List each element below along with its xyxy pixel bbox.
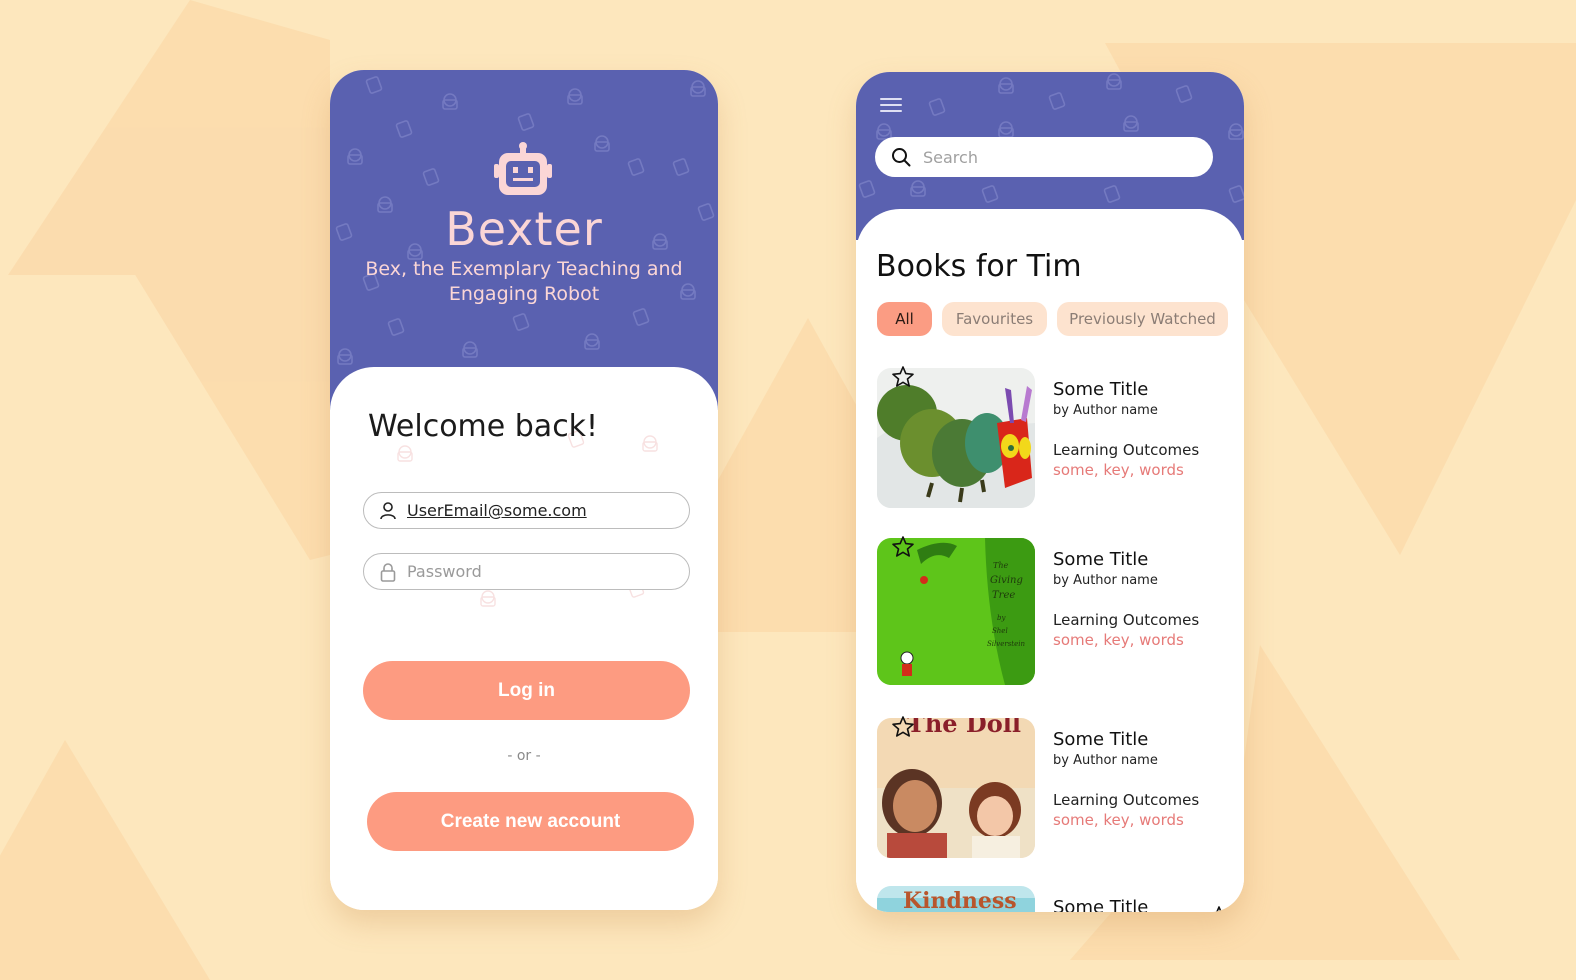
cover-text: The <box>993 561 1008 570</box>
caterpillar-cover[interactable] <box>877 368 1035 508</box>
learning-outcomes-label: Learning Outcomes <box>1053 791 1200 809</box>
book-author: by Author name <box>1053 403 1158 418</box>
book-title: Some Title <box>1053 729 1149 750</box>
learning-outcomes-label: Learning Outcomes <box>1053 611 1200 629</box>
books-screen: Search Books for Tim All Favourites Prev… <box>856 72 1244 912</box>
filter-chip-favourites[interactable]: Favourites <box>942 302 1047 336</box>
learning-outcomes-label: Learning Outcomes <box>1053 441 1200 459</box>
book-list-item[interactable]: Kindness Some Title <box>877 886 1227 912</box>
book-title: Some Title <box>1053 897 1149 912</box>
or-divider: - or - <box>507 748 541 764</box>
hamburger-menu-icon[interactable] <box>880 96 902 114</box>
book-list-item[interactable]: The Giving Tree by Shel Silverstein Some… <box>877 535 1227 688</box>
search-input[interactable]: Search <box>875 137 1213 177</box>
email-field[interactable]: UserEmail@some.com <box>363 492 690 529</box>
search-placeholder: Search <box>923 148 978 167</box>
email-value: UserEmail@some.com <box>407 501 587 520</box>
user-icon <box>380 502 396 520</box>
svg-text:Giving: Giving <box>990 575 1023 586</box>
svg-text:Tree: Tree <box>992 590 1015 601</box>
learning-keywords: some, key, words <box>1053 461 1184 479</box>
login-screen: Bexter Bex, the Exemplary Teaching and E… <box>330 70 718 910</box>
kindness-cover[interactable]: Kindness <box>877 886 1035 912</box>
robot-icon <box>494 142 552 195</box>
favourite-star-icon[interactable] <box>891 365 915 389</box>
filter-chip-all[interactable]: All <box>877 302 932 336</box>
favourite-star-icon[interactable] <box>1207 905 1231 912</box>
favourite-star-icon[interactable] <box>891 715 915 739</box>
page-title: Books for Tim <box>876 249 1082 284</box>
login-button[interactable]: Log in <box>363 661 690 720</box>
book-author: by Author name <box>1053 573 1158 588</box>
welcome-heading: Welcome back! <box>368 409 599 444</box>
svg-text:Shel: Shel <box>992 627 1008 635</box>
lock-icon <box>380 563 396 582</box>
create-account-button[interactable]: Create new account <box>367 792 694 851</box>
giving-tree-cover[interactable]: The Giving Tree by Shel Silverstein <box>877 538 1035 685</box>
learning-keywords: some, key, words <box>1053 631 1184 649</box>
password-field[interactable]: Password <box>363 553 690 590</box>
cover-text: The Doll <box>907 718 1021 738</box>
book-list-item[interactable]: The Doll Some Title by Author name Learn… <box>877 715 1227 868</box>
login-hero: Bexter Bex, the Exemplary Teaching and E… <box>330 70 718 410</box>
book-list-item[interactable]: Some Title by Author name Learning Outco… <box>877 365 1227 518</box>
learning-keywords: some, key, words <box>1053 811 1184 829</box>
filter-chip-previously-watched[interactable]: Previously Watched <box>1057 302 1228 336</box>
brand-tagline: Bex, the Exemplary Teaching and Engaging… <box>365 258 683 305</box>
book-title: Some Title <box>1053 379 1149 400</box>
background-pattern <box>0 0 1576 980</box>
password-placeholder: Password <box>407 562 482 581</box>
cover-text: Kindness <box>903 888 1017 912</box>
svg-text:Silverstein: Silverstein <box>987 640 1026 648</box>
svg-text:by: by <box>997 614 1006 622</box>
login-card: Welcome back! UserEmail@some.com Passwor… <box>330 367 718 910</box>
brand-name: Bexter <box>445 202 603 256</box>
book-author: by Author name <box>1053 753 1158 768</box>
the-doll-cover[interactable]: The Doll <box>877 718 1035 858</box>
search-icon <box>892 148 911 167</box>
favourite-star-icon[interactable] <box>891 535 915 559</box>
books-card: Books for Tim All Favourites Previously … <box>856 209 1244 912</box>
book-title: Some Title <box>1053 549 1149 570</box>
